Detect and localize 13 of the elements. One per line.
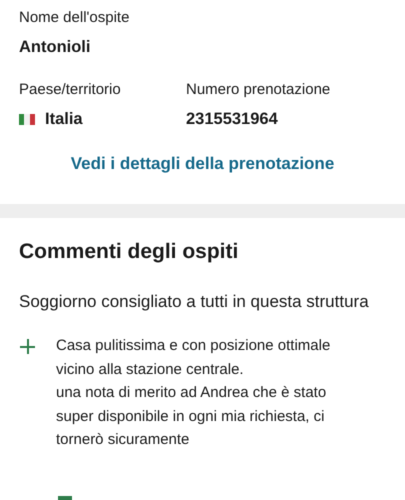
field-label: Paese/territorio — [19, 80, 122, 100]
review-title: Soggiorno consigliato a tutti in questa struttura — [19, 291, 370, 313]
details-link[interactable]: Vedi i dettagli della prenotazione — [70, 153, 334, 175]
field-value: Antonioli — [19, 37, 92, 58]
field-label: Numero prenotazione — [186, 80, 332, 100]
field-value: Italia — [45, 109, 83, 130]
bar-icon — [58, 496, 72, 500]
field-label: Nome dell'ospite — [19, 8, 130, 28]
section-title: Commenti degli ospiti — [19, 239, 240, 265]
field-value: 2315531964 — [186, 109, 279, 130]
comment-text: Casa pulitissima e con posizione ottimale vicino alla stazione centrale. una nota di merito ad Andrea che è stato super disponibile in ogni mia richiesta, ci tornerò sicuramente — [56, 336, 332, 450]
plus-icon — [20, 339, 35, 354]
flag-icon — [19, 114, 35, 124]
